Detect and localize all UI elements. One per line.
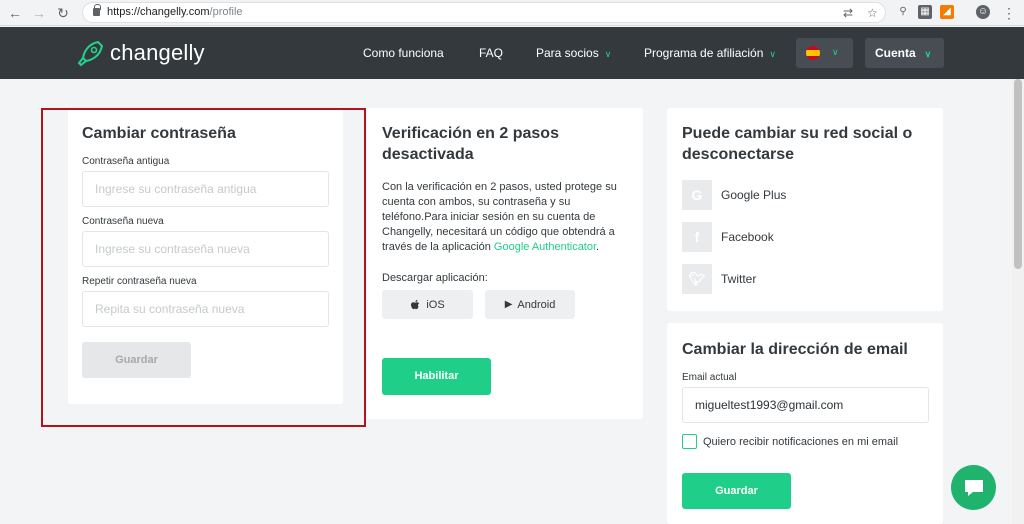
page-scrollbar[interactable] xyxy=(1012,79,1024,524)
download-app-label: Descargar aplicación: xyxy=(382,272,488,284)
change-email-title: Cambiar la dirección de email xyxy=(682,341,908,358)
ios-download-button[interactable]: iOS xyxy=(382,290,473,319)
reload-icon[interactable]: ↻ xyxy=(54,4,72,22)
nav-para-socios[interactable]: Para socios ∨ xyxy=(536,46,611,60)
google-authenticator-link[interactable]: Google Authenticator xyxy=(494,241,596,253)
twitter-icon: 🐦︎ xyxy=(682,264,712,294)
google-plus-icon: G xyxy=(682,180,712,210)
address-bar[interactable]: https://changelly.com/profile ⇄ ☆ xyxy=(82,2,886,23)
nav-como-funciona[interactable]: Como funciona xyxy=(363,46,444,60)
enable-2fa-button[interactable]: Habilitar xyxy=(382,358,491,395)
nav-programa-afiliacion[interactable]: Programa de afiliación ∨ xyxy=(644,46,776,60)
chat-widget-button[interactable] xyxy=(951,465,996,510)
profile-avatar-icon[interactable]: ☺ xyxy=(976,5,990,19)
url-text: https://changelly.com/profile xyxy=(107,6,243,18)
email-notifications-checkbox[interactable] xyxy=(682,434,697,449)
chat-bubble-icon xyxy=(964,479,983,496)
extension-icon[interactable]: ◢ xyxy=(940,5,954,19)
apple-icon xyxy=(411,299,420,309)
account-menu-button[interactable]: Cuenta ∨ xyxy=(865,38,944,68)
extension-icon[interactable]: ▦ xyxy=(918,5,932,19)
lock-icon xyxy=(93,4,101,16)
browser-toolbar: ← → ↻ https://changelly.com/profile ⇄ ☆ … xyxy=(0,0,1024,26)
nav-faq[interactable]: FAQ xyxy=(479,46,503,60)
two-step-description: Con la verificación en 2 pasos, usted pr… xyxy=(382,181,617,253)
forward-icon[interactable]: → xyxy=(30,4,48,22)
translate-icon[interactable]: ⇄ xyxy=(843,6,853,20)
browser-menu-icon[interactable]: ⋮ xyxy=(1000,4,1018,22)
logo-text[interactable]: changelly xyxy=(110,40,205,66)
facebook-icon: f xyxy=(682,222,712,252)
android-download-button[interactable]: ▶ Android xyxy=(485,290,575,319)
bookmark-star-icon[interactable]: ☆ xyxy=(867,6,878,20)
extension-icon[interactable]: ⚲ xyxy=(896,5,910,19)
rocket-logo-icon xyxy=(77,40,104,67)
chevron-down-icon: ∨ xyxy=(604,49,612,59)
spain-flag-icon xyxy=(806,46,820,60)
social-network-title: Puede cambiar su red social o desconecta… xyxy=(682,125,913,163)
two-step-title: Verificación en 2 pasos desactivada xyxy=(382,125,559,163)
scrollbar-thumb[interactable] xyxy=(1014,79,1022,269)
save-email-button[interactable]: Guardar xyxy=(682,473,791,509)
site-header: changelly Como funciona FAQ Para socios ∨… xyxy=(0,27,1024,79)
current-email-input[interactable] xyxy=(682,387,929,423)
chevron-down-icon: ∨ xyxy=(924,49,932,59)
chevron-down-icon: ∨ xyxy=(769,49,776,59)
language-selector[interactable]: ∨ xyxy=(796,38,853,68)
email-notifications-label[interactable]: Quiero recibir notificaciones en mi emai… xyxy=(703,436,898,448)
play-icon: ▶ xyxy=(504,299,513,310)
back-icon[interactable]: ← xyxy=(6,4,24,22)
chevron-down-icon: ∨ xyxy=(832,47,839,57)
current-email-label: Email actual xyxy=(682,372,737,383)
highlight-outline xyxy=(41,108,366,427)
